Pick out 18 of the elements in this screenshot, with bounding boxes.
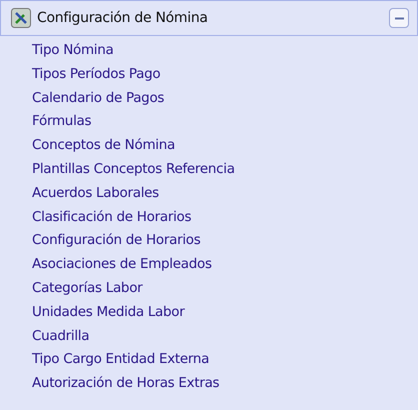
menu-link[interactable]: Asociaciones de Empleados (32, 253, 212, 277)
menu-link[interactable]: Tipos Períodos Pago (32, 62, 160, 87)
menu-link[interactable]: Autorización de Horas Extras (32, 372, 220, 396)
collapse-button[interactable] (389, 8, 409, 28)
menu-link[interactable]: Calendario de Pagos (32, 86, 164, 110)
menu-link[interactable]: Cuadrilla (32, 324, 90, 348)
menu-link[interactable]: Acuerdos Laborales (32, 182, 159, 206)
menu-link[interactable]: Fórmulas (32, 110, 92, 134)
menu-link[interactable]: Plantillas Conceptos Referencia (32, 158, 235, 182)
menu-link[interactable]: Clasificación de Horarios (32, 206, 192, 230)
menu-link[interactable]: Categorías Labor (32, 276, 142, 301)
menu-link[interactable]: Configuración de Horarios (32, 229, 200, 254)
menu-link[interactable]: Conceptos de Nómina (32, 134, 175, 158)
menu-link[interactable]: Tipo Cargo Entidad Externa (32, 348, 210, 372)
panel-title: Configuración de Nómina (37, 10, 209, 26)
tools-icon (11, 8, 31, 28)
menu-link[interactable]: Unidades Medida Labor (32, 300, 185, 325)
menu-link[interactable]: Tipo Nómina (32, 39, 114, 63)
